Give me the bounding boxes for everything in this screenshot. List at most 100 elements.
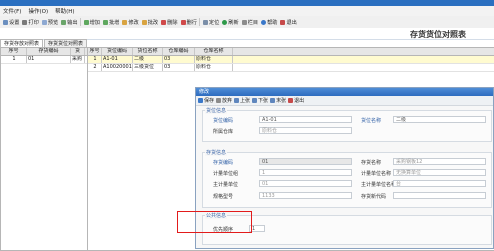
inventory-name-label: 存货名称 [361, 160, 382, 166]
add-button[interactable]: 增加 [83, 19, 100, 26]
menu-help[interactable]: 帮助(H) [55, 7, 74, 15]
grid-header: 序号 货位编码 货位名称 仓库编码 仓库名称 [88, 48, 494, 56]
inventory-code-label: 存货编码 [213, 160, 234, 166]
save-icon [198, 98, 203, 103]
exit-button[interactable]: 退出 [280, 19, 297, 26]
table-cell: 原料仓 [195, 64, 233, 71]
table-cell: 三级货位 [133, 64, 163, 71]
toolbar-separator [198, 18, 200, 26]
menu-operation[interactable]: 操作(O) [28, 7, 48, 15]
table-cell: 01 [27, 56, 71, 63]
main-unit-field[interactable]: 01 [259, 180, 352, 187]
table-cell: 二级 [133, 56, 163, 63]
last-icon [270, 98, 276, 103]
location-section: 货位信息 货位编码 A1-01 货位名称 二级 所属仓库 原料仓 [202, 107, 492, 142]
batch-add-icon [102, 19, 108, 25]
edit-button[interactable]: 修改 [122, 19, 139, 26]
exit-dialog-button[interactable]: 退出 [288, 97, 304, 104]
exit-icon [288, 98, 294, 103]
delete-icon [161, 19, 167, 25]
column-header[interactable]: 仓库名称 [195, 48, 233, 55]
locate-icon [202, 19, 208, 25]
location-code-label: 货位编码 [213, 118, 234, 124]
unit-name-label: 计量单位名称 [361, 171, 392, 177]
location-name-field[interactable]: 二级 [393, 116, 486, 123]
locate-button[interactable]: 定位 [202, 19, 219, 26]
delete-button[interactable]: 删除 [161, 19, 178, 26]
dialog-title: 修改 [196, 88, 493, 96]
settings-icon [3, 19, 8, 25]
export-button[interactable]: 输出 [61, 19, 78, 26]
next-icon [252, 98, 258, 103]
dialog-toolbar: 保存 放弃 上张 下张 末张 退出 [196, 96, 493, 106]
warehouse-field[interactable]: 原料仓 [259, 127, 352, 134]
table-row[interactable]: 2 A10020001 三级货位 03 原料仓 [88, 64, 494, 72]
columns-button[interactable]: 栏目 [241, 19, 258, 26]
last-record-button[interactable]: 末张 [270, 97, 286, 104]
save-button[interactable]: 保存 [198, 97, 214, 104]
prev-icon [234, 98, 240, 103]
discard-button[interactable]: 放弃 [216, 97, 232, 104]
table-row[interactable]: 1 A1-01 二级 03 原料仓 [88, 56, 494, 64]
column-header[interactable]: 存货编码 [27, 48, 71, 55]
table-cell: 2 [88, 64, 102, 71]
location-name-label: 货位名称 [361, 118, 382, 124]
inventory-section: 存货信息 存货编码 01 存货名称 采购钢板12 计量单位组 1 计量单位名称 … [202, 149, 492, 208]
table-cell: 1 [1, 56, 27, 63]
main-unit-name-field[interactable]: 台 [393, 180, 486, 187]
discard-icon [216, 98, 222, 103]
main-unit-label: 主计量单位 [213, 182, 239, 188]
settings-button[interactable]: 设置 [3, 19, 19, 26]
delete-row-button[interactable]: 删行 [180, 19, 197, 26]
inventory-code-field[interactable]: 01 [259, 158, 352, 165]
warehouse-label: 所属仓库 [213, 129, 234, 135]
toolbar-separator [79, 18, 81, 26]
unit-name-field[interactable]: 无换算单位 [393, 169, 486, 176]
page-title: 存货货位对照表 [410, 30, 466, 39]
main-unit-name-label: 主计量单位名称 [361, 182, 397, 188]
inventory-new-code-label: 存货新代码 [361, 194, 387, 200]
table-cell: 原料仓 [195, 56, 233, 63]
section-title: 货位信息 [205, 107, 228, 114]
print-button[interactable]: 打印 [22, 19, 39, 26]
menu-file[interactable]: 文件(F) [3, 7, 21, 15]
unit-group-field[interactable]: 1 [259, 169, 352, 176]
help-icon [261, 19, 267, 25]
add-icon [83, 19, 89, 25]
refresh-button[interactable]: 刷新 [222, 19, 239, 26]
tab-strip: 存货存放对照表 存货货位对照表 [0, 39, 88, 48]
column-header[interactable]: 仓库编码 [163, 48, 195, 55]
help-button[interactable]: 帮助 [261, 19, 277, 26]
preview-button[interactable]: 预览 [41, 19, 58, 26]
table-row[interactable]: 1 01 采购 [1, 56, 87, 64]
batch-edit-icon [141, 19, 147, 25]
table-cell: 03 [163, 64, 195, 71]
next-record-button[interactable]: 下张 [252, 97, 268, 104]
print-icon [22, 19, 28, 25]
column-header[interactable]: 序号 [88, 48, 102, 55]
columns-icon [241, 19, 247, 25]
column-header[interactable]: 序号 [1, 48, 27, 55]
location-code-field[interactable]: A1-01 [259, 116, 352, 123]
preview-icon [41, 19, 47, 25]
batch-add-button[interactable]: 批增 [102, 19, 119, 26]
spec-field[interactable]: 1133 [259, 192, 352, 199]
inventory-name-field[interactable]: 采购钢板12 [393, 158, 486, 165]
table-cell: A10020001 [103, 64, 133, 71]
left-grid: 序号 存货编码 货 1 01 采购 [0, 47, 88, 251]
prev-record-button[interactable]: 上张 [234, 97, 250, 104]
column-header[interactable]: 货 [71, 48, 85, 55]
grid-header: 序号 存货编码 货 [1, 48, 87, 56]
table-cell: A1-01 [102, 56, 133, 63]
highlight-box [177, 211, 252, 233]
batch-edit-button[interactable]: 批改 [141, 19, 158, 26]
table-cell: 采购 [71, 56, 85, 63]
column-header[interactable]: 货位名称 [133, 48, 163, 55]
unit-group-label: 计量单位组 [213, 171, 239, 177]
column-header[interactable]: 货位编码 [102, 48, 133, 55]
export-icon [61, 19, 67, 25]
edit-icon [122, 19, 128, 25]
section-title: 存货信息 [205, 149, 228, 156]
exit-icon [280, 19, 286, 25]
inventory-new-code-field[interactable] [393, 192, 486, 199]
